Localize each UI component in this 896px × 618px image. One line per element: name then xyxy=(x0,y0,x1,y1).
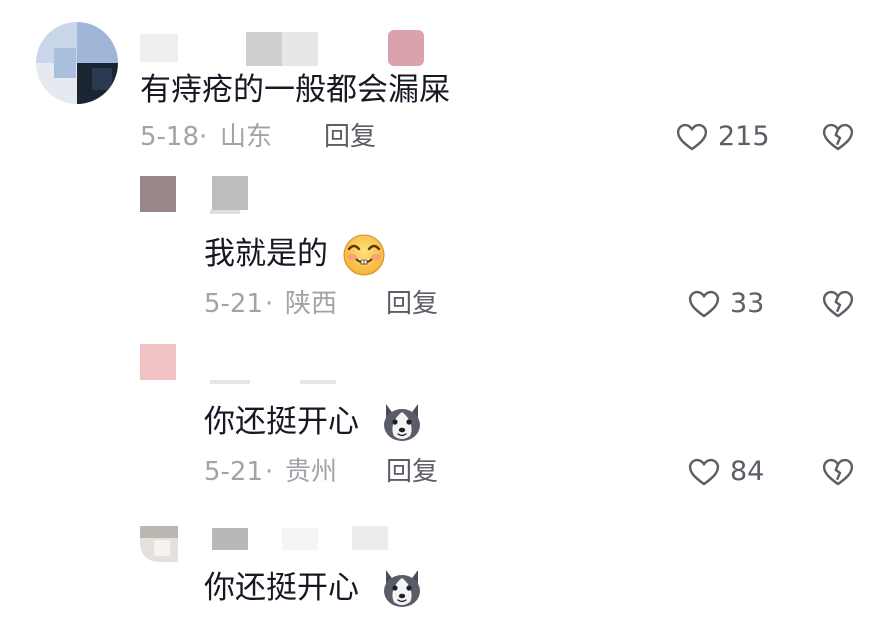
meta-dot: · xyxy=(265,289,274,319)
like-count: 33 xyxy=(730,288,765,319)
heart-outline-icon xyxy=(676,123,708,151)
avatar[interactable] xyxy=(140,526,178,562)
comment-text: 我就是的 xyxy=(204,236,328,272)
reply-button[interactable]: 回复 xyxy=(324,121,376,153)
comment-date: 5-21 xyxy=(204,289,264,319)
comment-location: 陕西 xyxy=(285,289,338,319)
broken-heart-icon[interactable] xyxy=(820,287,856,321)
comment-date: 5-18 xyxy=(140,122,200,152)
meta-dot: · xyxy=(265,457,274,487)
comment-location: 贵州 xyxy=(285,457,338,487)
reply-button[interactable]: 回复 xyxy=(386,456,438,488)
broken-heart-icon[interactable] xyxy=(820,120,856,154)
comment-text: 有痔疮的一般都会漏屎 xyxy=(140,72,450,108)
avatar[interactable] xyxy=(140,344,176,380)
avatar[interactable] xyxy=(36,22,118,104)
heart-outline-icon xyxy=(688,290,720,318)
meta-dot: · xyxy=(199,122,208,152)
reply-button[interactable]: 回复 xyxy=(386,288,438,320)
avatar[interactable] xyxy=(140,176,176,212)
husky-dog-emoji xyxy=(384,404,420,441)
grinning-emoji xyxy=(343,234,385,276)
husky-dog-emoji xyxy=(384,570,420,607)
like-count: 215 xyxy=(718,121,770,152)
comment-text: 你还挺开心 xyxy=(204,570,359,606)
heart-outline-icon xyxy=(688,458,720,486)
comment-text: 你还挺开心 xyxy=(204,404,359,440)
like-count: 84 xyxy=(730,456,765,487)
comment-date: 5-21 xyxy=(204,457,264,487)
comment-location: 山东 xyxy=(220,122,273,152)
broken-heart-icon[interactable] xyxy=(820,455,856,489)
